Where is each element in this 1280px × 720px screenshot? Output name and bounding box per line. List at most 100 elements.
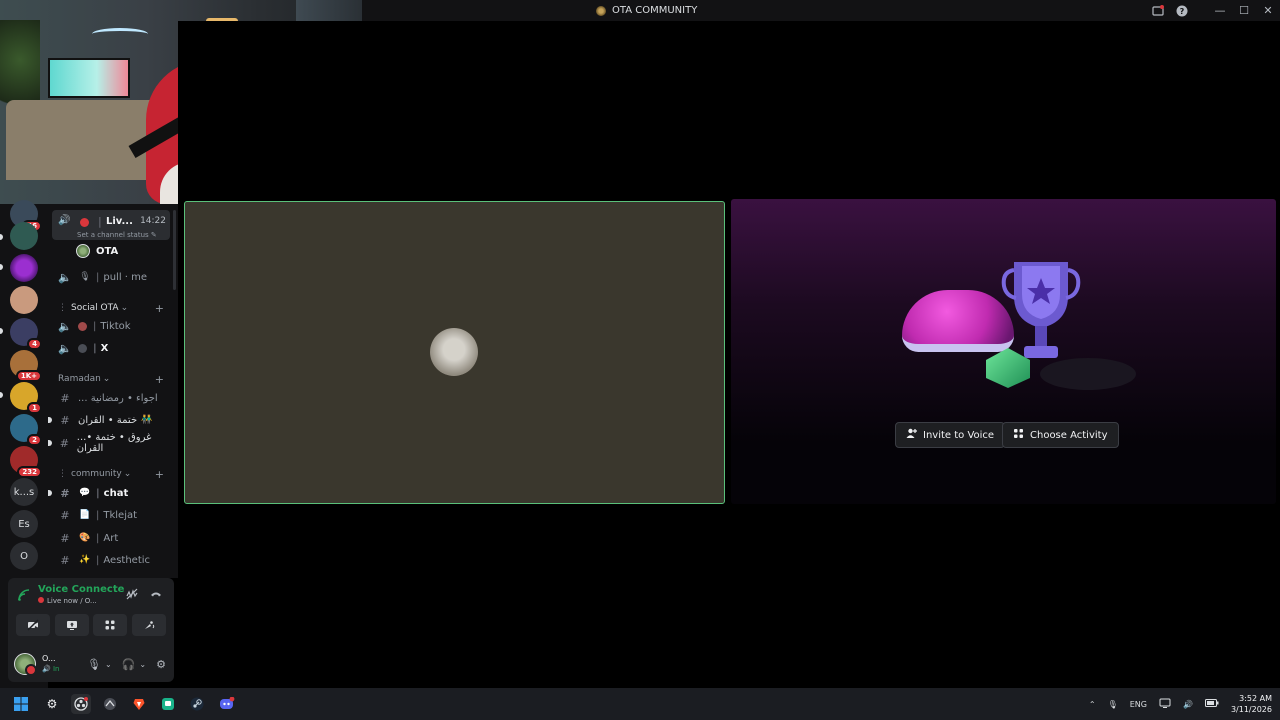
category-social[interactable]: ⋮ Social OTA ⌄ + — [58, 300, 172, 316]
network-icon[interactable] — [1159, 697, 1171, 711]
soundboard-button[interactable] — [131, 614, 166, 636]
mic-options-chevron-icon[interactable]: ⌄ — [105, 660, 112, 669]
server-icon-o[interactable]: O — [10, 542, 38, 570]
language-indicator[interactable]: ENG — [1130, 700, 1147, 709]
add-channel-icon[interactable]: + — [155, 468, 164, 481]
server-badge: 4 — [27, 338, 42, 350]
participant-avatar — [430, 328, 478, 376]
clock-date: 3/11/2026 — [1230, 705, 1272, 714]
clock[interactable]: 3:52 AM 3/11/2026 — [1231, 693, 1272, 715]
server-icon-7[interactable]: 1 — [10, 382, 42, 414]
system-tray: ⌃ 🎙 ENG 🔊 3:52 AM 3/11/2026 — [1089, 688, 1272, 720]
add-channel-icon[interactable]: + — [155, 302, 164, 315]
volume-icon[interactable]: 🔊 — [1183, 700, 1193, 709]
voice-user-name: OTA — [96, 245, 119, 257]
activities-button[interactable] — [93, 614, 128, 636]
noise-suppression-icon[interactable] — [126, 588, 138, 603]
channel-label: X — [100, 342, 109, 354]
speaker-icon: 🔈 — [58, 319, 72, 333]
gear-icon[interactable]: ⚙ — [156, 658, 166, 671]
people-emoji-icon: 👬 — [141, 415, 153, 425]
avatar[interactable] — [14, 653, 37, 676]
screen-share-button[interactable] — [54, 614, 89, 636]
close-button[interactable]: ✕ — [1256, 0, 1280, 21]
voice-user[interactable]: OTA — [76, 242, 118, 260]
obs-app-icon[interactable] — [71, 694, 91, 714]
text-channel-art[interactable]: # 🎨 | Art — [48, 528, 172, 548]
text-channel-ramadan-3[interactable]: # ...غروق • ختمة • القران — [48, 432, 172, 454]
voice-channel-pull-me[interactable]: 🔈 🎙 | pull · me — [48, 267, 172, 287]
shell-illustration — [902, 290, 1014, 352]
help-icon[interactable]: ? — [1170, 0, 1194, 21]
server-icon-4[interactable] — [10, 286, 38, 314]
server-icon-2[interactable] — [10, 222, 38, 250]
maximize-button[interactable]: ☐ — [1232, 0, 1256, 21]
server-icon-3[interactable] — [10, 254, 38, 282]
server-icon-5[interactable]: 4 — [10, 318, 42, 350]
add-user-icon — [906, 428, 917, 442]
server-icon-9[interactable]: 232 — [10, 446, 42, 478]
chevron-up-icon[interactable]: ⌃ — [1089, 700, 1096, 709]
live-dot-icon — [80, 218, 89, 227]
voice-status-label: Voice Connecte — [38, 584, 125, 595]
user-panel-info[interactable]: O... 🔊 In — [42, 654, 59, 674]
channel-status-prompt[interactable]: Set a channel status ✎ — [77, 231, 157, 239]
participant-tile[interactable] — [184, 201, 725, 504]
category-community[interactable]: ⋮ community ⌄ + — [58, 466, 172, 482]
in-voice-icon: 🔊 — [42, 665, 51, 673]
sparkles-icon: ✨ — [79, 555, 91, 565]
server-badge: 1K+ — [15, 370, 42, 382]
channel-label: chat — [103, 487, 129, 499]
category-separator: ⋮ — [58, 469, 67, 479]
battery-icon[interactable] — [1204, 698, 1219, 710]
invite-to-voice-button[interactable]: Invite to Voice — [895, 422, 1006, 448]
category-ramadan[interactable]: Ramadan ⌄ + — [58, 371, 172, 387]
inbox-icon[interactable] — [1146, 0, 1170, 21]
hash-icon: # — [60, 531, 70, 545]
voice-status-sub: Live now / O... — [38, 597, 124, 605]
server-icon-8[interactable]: 2 — [10, 414, 42, 446]
game-launcher-icon[interactable] — [100, 694, 120, 714]
activities-icon — [1013, 428, 1024, 442]
disconnect-icon[interactable] — [150, 588, 162, 603]
brave-browser-icon[interactable] — [129, 694, 149, 714]
voice-channel-x[interactable]: 🔈 | X — [48, 338, 172, 358]
minimize-button[interactable]: — — [1208, 0, 1232, 21]
voice-channel-tiktok[interactable]: 🔈 | Tiktok — [48, 316, 172, 336]
voice-status[interactable]: Voice Connecte Live now / O... — [18, 584, 124, 605]
avatar — [76, 244, 90, 258]
discord-icon[interactable] — [217, 694, 237, 714]
messaging-app-icon[interactable] — [158, 694, 178, 714]
server-icon-ks[interactable]: k...s — [10, 478, 38, 506]
text-channel-aesthetic[interactable]: # ✨ | Aesthetic — [48, 550, 172, 570]
text-channel-ramadan-2[interactable]: # ختمة • القران 👬 — [48, 410, 172, 430]
headphones-icon[interactable]: 🎧 — [122, 658, 136, 671]
sidebar-scrollbar[interactable] — [173, 210, 176, 290]
server-icon-es[interactable]: Es — [10, 510, 38, 538]
document-icon: 📄 — [79, 510, 91, 520]
hash-icon: # — [60, 553, 70, 567]
windows-start-icon[interactable] — [11, 694, 31, 714]
text-channel-chat[interactable]: # 💬 | chat — [48, 483, 172, 503]
choose-activity-button[interactable]: Choose Activity — [1002, 422, 1119, 448]
steam-icon[interactable] — [187, 694, 207, 714]
channel-separator: | — [96, 487, 100, 499]
microphone-icon[interactable]: 🎙 — [87, 658, 101, 671]
text-channel-ramadan-1[interactable]: # ... اجواء • رمضانية — [48, 388, 172, 408]
server-icon-6[interactable]: 1K+ — [10, 350, 42, 382]
settings-app-icon[interactable]: ⚙ — [42, 694, 62, 714]
soundboard-icon — [144, 621, 155, 629]
unread-indicator — [0, 234, 3, 240]
live-voice-channel[interactable]: 🔊 | Liv... 14:22 Set a channel status ✎ — [52, 210, 170, 240]
microphone-tray-icon[interactable]: 🎙 — [1108, 700, 1118, 709]
channel-separator: | — [96, 509, 100, 521]
camera-off-button[interactable] — [16, 614, 50, 636]
window-title: OTA COMMUNITY — [596, 5, 697, 16]
unread-indicator — [48, 490, 52, 496]
speech-bubble-icon: 💬 — [79, 488, 91, 498]
add-channel-icon[interactable]: + — [155, 373, 164, 386]
os-taskbar: ⚙ ⌃ 🎙 ENG 🔊 3:52 AM 3/11/2026 — [0, 688, 1280, 720]
text-channel-tklejat[interactable]: # 📄 | Tklejat — [48, 505, 172, 525]
tiktok-icon — [78, 321, 87, 331]
audio-options-chevron-icon[interactable]: ⌄ — [139, 660, 146, 669]
